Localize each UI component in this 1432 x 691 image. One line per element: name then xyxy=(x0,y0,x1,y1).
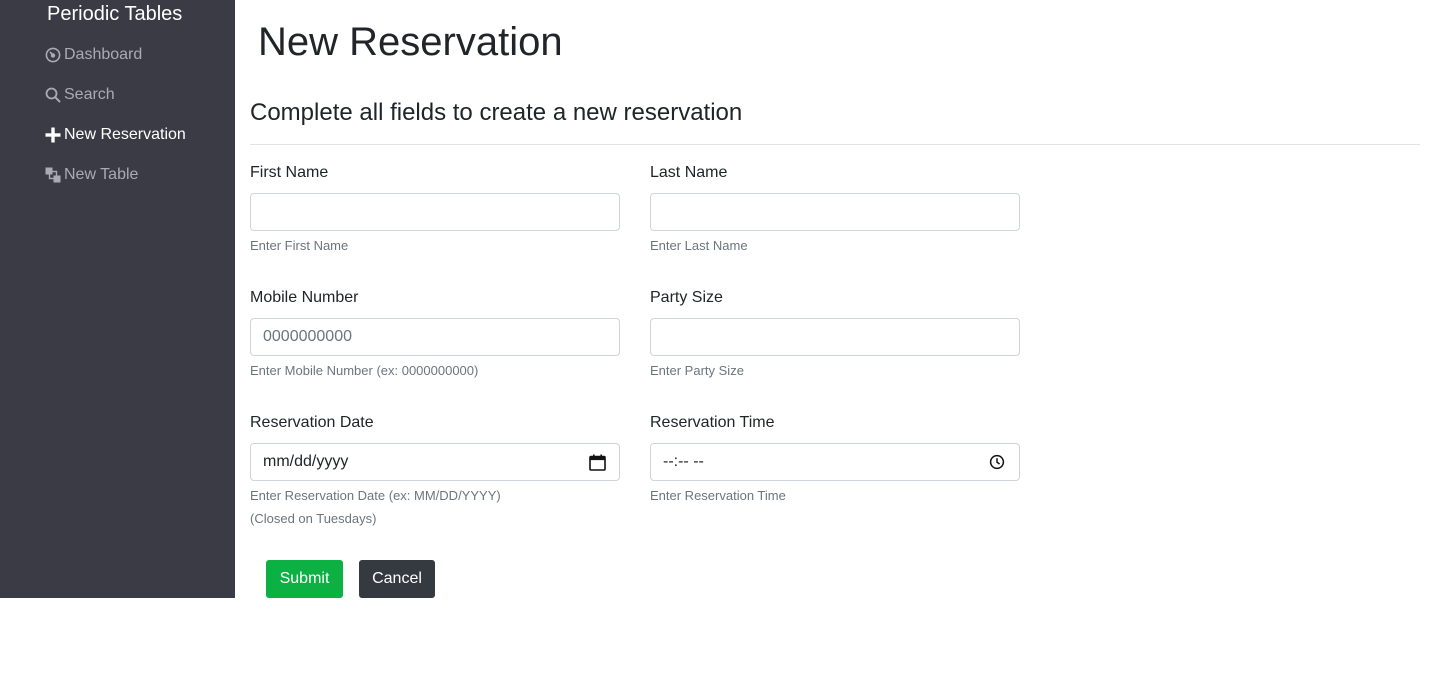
sidebar-item-label: Search xyxy=(64,86,115,103)
reservation-date-note: (Closed on Tuesdays) xyxy=(250,511,377,526)
first-name-help: Enter First Name xyxy=(250,238,349,253)
reservation-date-label: Reservation Date xyxy=(250,414,374,431)
calendar-icon[interactable] xyxy=(587,452,607,472)
last-name-field[interactable] xyxy=(663,203,1007,221)
first-name-group: First Name Enter First Name xyxy=(250,163,620,254)
cancel-button[interactable]: Cancel xyxy=(359,560,435,598)
first-name-field[interactable] xyxy=(263,203,607,221)
last-name-label: Last Name xyxy=(650,164,728,181)
last-name-help: Enter Last Name xyxy=(650,238,748,253)
party-size-label: Party Size xyxy=(650,289,723,306)
search-icon xyxy=(44,86,62,104)
reservation-date-value: mm/dd/yyyy xyxy=(263,453,349,470)
mobile-number-label: Mobile Number xyxy=(250,289,359,306)
brand-title: Periodic Tables xyxy=(47,3,183,25)
first-name-input[interactable] xyxy=(250,193,620,231)
sidebar-item-new-reservation[interactable]: New Reservation xyxy=(44,126,186,144)
sidebar-item-new-table[interactable]: New Table xyxy=(44,166,138,184)
reservation-date-help: Enter Reservation Date (ex: MM/DD/YYYY) xyxy=(250,488,501,503)
reservation-time-group: Reservation Time --:-- -- Enter Reservat… xyxy=(650,413,1020,504)
party-size-group: Party Size Enter Party Size xyxy=(650,288,1020,379)
divider xyxy=(250,144,1420,145)
sidebar-item-label: New Table xyxy=(64,166,139,183)
submit-button[interactable]: Submit xyxy=(266,560,343,598)
party-size-field[interactable] xyxy=(663,328,1007,346)
reservation-date-group: Reservation Date mm/dd/yyyy Enter Reserv… xyxy=(250,413,620,527)
mobile-number-group: Mobile Number Enter Mobile Number (ex: 0… xyxy=(250,288,620,379)
plus-icon xyxy=(44,126,62,144)
sidebar-item-dashboard[interactable]: Dashboard xyxy=(44,46,142,64)
form-subtitle: Complete all fields to create a new rese… xyxy=(250,99,743,126)
sidebar-item-label: New Reservation xyxy=(64,126,186,143)
mobile-number-input[interactable] xyxy=(250,318,620,356)
reservation-time-value: --:-- -- xyxy=(663,453,704,470)
first-name-label: First Name xyxy=(250,164,329,181)
clock-icon[interactable] xyxy=(987,452,1007,472)
reservation-date-input[interactable]: mm/dd/yyyy xyxy=(250,443,620,481)
party-size-input[interactable] xyxy=(650,318,1020,356)
reservation-time-help: Enter Reservation Time xyxy=(650,488,786,503)
last-name-group: Last Name Enter Last Name xyxy=(650,163,1020,254)
mobile-number-help: Enter Mobile Number (ex: 0000000000) xyxy=(250,363,479,378)
party-size-help: Enter Party Size xyxy=(650,363,744,378)
sidebar-item-label: Dashboard xyxy=(64,46,143,63)
last-name-input[interactable] xyxy=(650,193,1020,231)
dashboard-icon xyxy=(44,46,62,64)
reservation-time-label: Reservation Time xyxy=(650,414,775,431)
sidebar-item-search[interactable]: Search xyxy=(44,86,115,104)
layers-icon xyxy=(44,166,62,184)
sidebar: Periodic Tables Dashboard Search New Res… xyxy=(0,0,235,598)
reservation-time-input[interactable]: --:-- -- xyxy=(650,443,1020,481)
mobile-number-field[interactable] xyxy=(263,328,607,346)
page-title: New Reservation xyxy=(258,20,563,64)
